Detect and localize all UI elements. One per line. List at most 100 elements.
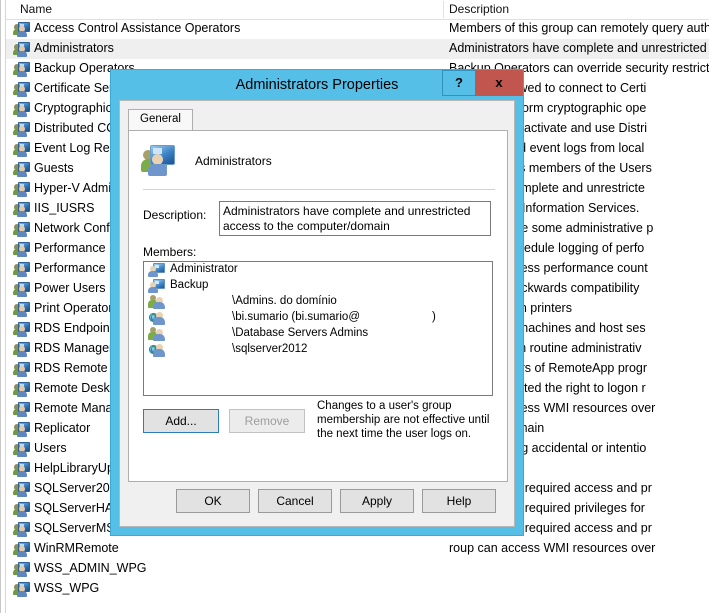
administrators-properties-dialog: Administrators Properties ? x General Ad… [111, 70, 523, 535]
member-name-tail: ) [432, 311, 436, 323]
group-icon [141, 145, 175, 176]
close-icon-button[interactable]: x [475, 70, 523, 96]
group-name-cell: WSS_WPG [34, 581, 100, 595]
group-icon [13, 142, 30, 157]
group-name-cell: HelpLibraryUpd [34, 461, 121, 475]
group-icon [13, 182, 30, 197]
group-description-cell: Members of this group can remotely query… [449, 21, 709, 35]
add-button[interactable]: Add... [143, 409, 219, 433]
group-name-cell: Print Operators [34, 301, 119, 315]
group-icon [13, 62, 30, 77]
tab-strip: General [128, 109, 508, 131]
group-name-cell: Cryptographic [34, 101, 112, 115]
group-name-cell: Certificate Serv [34, 81, 120, 95]
description-input[interactable]: Administrators have complete and unrestr… [219, 201, 491, 236]
table-row[interactable]: Access Control Assistance Operators Membe… [6, 19, 709, 39]
members-list[interactable]: Administrator Backup \Admins. do domínio \b… [143, 261, 493, 396]
group-name-cell: Performance Lo [34, 241, 123, 255]
description-label: Description: [143, 208, 207, 222]
group-icon [13, 402, 30, 417]
group-name-cell: Replicator [34, 421, 91, 435]
group-name-cell: WSS_ADMIN_WPG [34, 561, 147, 575]
group-icon [13, 562, 30, 577]
group-icon [13, 382, 30, 397]
group-icon [13, 522, 30, 537]
group-icon [13, 542, 30, 557]
user-icon [148, 263, 165, 277]
member-name: \sqlserver2012 [232, 343, 308, 355]
help-button[interactable]: Help [422, 489, 496, 513]
group-icon [13, 242, 30, 257]
group-icon [13, 282, 30, 297]
group-icon [13, 342, 30, 357]
group-name-cell: Administrators [34, 41, 114, 55]
member-list-item[interactable]: Administrator [144, 262, 492, 278]
group-icon [13, 102, 30, 117]
column-header-name[interactable]: Name [20, 2, 52, 16]
group-name-cell: Remote Deskto [34, 381, 121, 395]
help-icon-button[interactable]: ? [442, 70, 476, 96]
group-name-cell: IIS_IUSRS [34, 201, 95, 215]
group-icon [13, 222, 30, 237]
group-icon [13, 302, 30, 317]
table-row[interactable]: WinRMRemote roup can access WMI resources… [6, 539, 709, 559]
tab-general[interactable]: General [128, 109, 193, 131]
column-divider[interactable] [443, 1, 444, 18]
group-icon [13, 162, 30, 177]
group-icon [13, 322, 30, 337]
group-icon [13, 442, 30, 457]
group-icon [13, 362, 30, 377]
dialog-body: General Administrators Description: Admi… [119, 100, 515, 527]
group-name-cell: WinRMRemote [34, 541, 119, 555]
table-row[interactable]: WSS_ADMIN_WPG [6, 559, 709, 579]
dialog-footer: OK Cancel Apply Help [128, 489, 508, 519]
remove-button: Remove [229, 409, 305, 433]
list-left-border [0, 0, 1, 613]
member-name: Backup [170, 279, 209, 291]
group-name-cell: Remote Manag [34, 401, 120, 415]
group-name-cell: Access Control Assistance Operators [34, 21, 241, 35]
group-icon [13, 202, 30, 217]
ok-button[interactable]: OK [176, 489, 250, 513]
group-name-cell: Guests [34, 161, 74, 175]
group-name-label: Administrators [195, 154, 272, 168]
group-icon [13, 582, 30, 597]
domain-group-icon [148, 327, 165, 341]
member-name: \Admins. do domínio [232, 295, 337, 307]
group-icon [13, 42, 30, 57]
column-header-description[interactable]: Description [449, 2, 509, 16]
member-list-item[interactable]: Backup [144, 278, 492, 294]
member-name: \Database Servers Admins [232, 327, 369, 339]
group-icon [13, 122, 30, 137]
member-list-item[interactable]: \bi.sumario (bi.sumario@) [144, 310, 492, 326]
screen: Name Description Access Control Assistan… [0, 0, 709, 613]
general-tab-panel: Administrators Description: Administrato… [128, 130, 508, 482]
members-label: Members: [143, 245, 197, 259]
group-icon [13, 422, 30, 437]
group-description-cell: roup can access WMI resources over [449, 541, 656, 555]
user-icon [148, 279, 165, 293]
member-name: \bi.sumario (bi.sumario@ [232, 311, 360, 323]
apply-button[interactable]: Apply [340, 489, 414, 513]
group-icon [13, 502, 30, 517]
group-icon [13, 462, 30, 477]
group-name-cell: Power Users [34, 281, 106, 295]
group-header: Administrators [141, 145, 493, 187]
group-name-cell: Hyper-V Admin [34, 181, 119, 195]
domain-group-icon [148, 295, 165, 309]
group-name-cell: Distributed CO [34, 121, 116, 135]
member-list-item[interactable]: \Admins. do domínio [144, 294, 492, 310]
group-icon [13, 22, 30, 37]
header-separator [143, 189, 495, 190]
dialog-title-bar[interactable]: Administrators Properties ? x [111, 70, 523, 100]
member-list-item[interactable]: \Database Servers Admins [144, 326, 492, 342]
group-name-cell: Network Config [34, 221, 120, 235]
group-icon [13, 82, 30, 97]
domain-user-icon [149, 343, 165, 357]
table-row[interactable]: Administrators Administrators have comple… [6, 39, 709, 59]
cancel-button[interactable]: Cancel [258, 489, 332, 513]
list-column-header[interactable]: Name Description [6, 0, 709, 20]
member-list-item[interactable]: \sqlserver2012 [144, 342, 492, 358]
table-row[interactable]: WSS_WPG [6, 579, 709, 599]
member-name: Administrator [170, 263, 238, 275]
